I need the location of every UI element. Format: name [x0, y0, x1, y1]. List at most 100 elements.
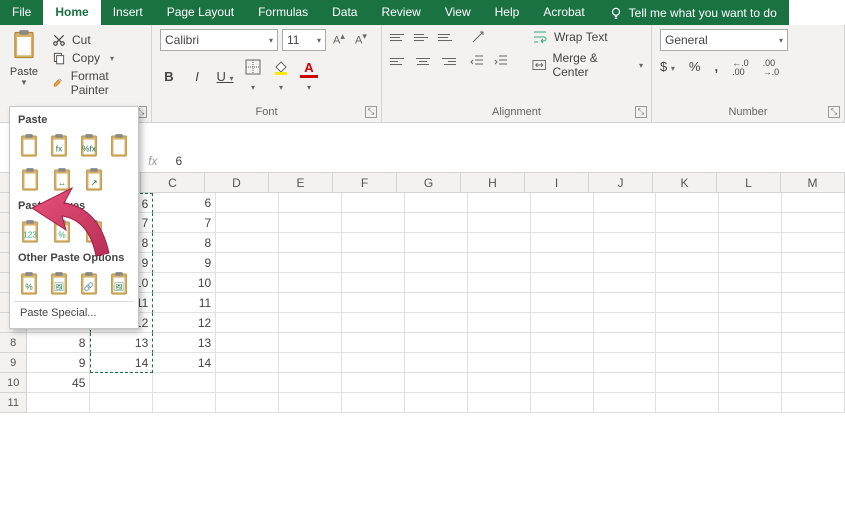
cell[interactable] — [279, 233, 342, 253]
cell[interactable] — [405, 373, 468, 393]
cell[interactable]: 8 — [27, 333, 90, 353]
cell[interactable] — [719, 213, 782, 233]
row-header[interactable]: 10 — [0, 373, 27, 393]
cell[interactable] — [468, 353, 531, 373]
align-left-icon[interactable] — [390, 53, 408, 69]
paste-option-icon[interactable]: 🖼 — [46, 269, 72, 299]
cell[interactable] — [782, 373, 845, 393]
tab-help[interactable]: Help — [483, 0, 532, 25]
bold-button[interactable]: B — [160, 69, 178, 84]
cell[interactable] — [719, 253, 782, 273]
paste-option-icon[interactable]: 🖼 — [106, 269, 132, 299]
align-center-icon[interactable] — [414, 53, 432, 69]
cell[interactable]: 12 — [153, 313, 216, 333]
cell[interactable] — [594, 313, 657, 333]
cell[interactable] — [216, 273, 279, 293]
cell[interactable] — [719, 353, 782, 373]
cell[interactable] — [782, 333, 845, 353]
cell[interactable] — [468, 253, 531, 273]
cell[interactable] — [468, 193, 531, 213]
cell[interactable] — [216, 233, 279, 253]
cell[interactable]: 13 — [90, 333, 153, 353]
cell[interactable] — [782, 293, 845, 313]
cell[interactable] — [216, 193, 279, 213]
cell[interactable]: 14 — [90, 353, 153, 373]
cell[interactable] — [216, 253, 279, 273]
cell[interactable] — [405, 313, 468, 333]
tab-home[interactable]: Home — [43, 0, 100, 25]
tab-insert[interactable]: Insert — [101, 0, 155, 25]
cell[interactable] — [342, 233, 405, 253]
decrease-font-icon[interactable]: A▾ — [352, 31, 370, 49]
cell[interactable] — [279, 293, 342, 313]
cell[interactable] — [405, 233, 468, 253]
cell[interactable] — [405, 353, 468, 373]
cell[interactable] — [719, 313, 782, 333]
formula-input[interactable]: 6 — [167, 154, 182, 168]
cell[interactable] — [342, 273, 405, 293]
copy-button[interactable]: Copy▾ — [52, 51, 143, 65]
col-header[interactable]: K — [653, 173, 717, 192]
paste-option-icon[interactable] — [106, 131, 132, 161]
cell[interactable]: 11 — [153, 293, 216, 313]
cell[interactable] — [782, 353, 845, 373]
cell[interactable] — [531, 353, 594, 373]
cell[interactable] — [719, 373, 782, 393]
wrap-text-button[interactable]: Wrap Text — [532, 29, 643, 45]
paste-option-icon[interactable]: 123 — [16, 217, 44, 247]
cell[interactable] — [468, 333, 531, 353]
cell[interactable] — [279, 393, 342, 413]
cell[interactable]: 45 — [27, 373, 90, 393]
cell[interactable] — [719, 233, 782, 253]
col-header[interactable]: L — [717, 173, 781, 192]
cell[interactable] — [594, 253, 657, 273]
cell[interactable] — [719, 333, 782, 353]
cell[interactable] — [782, 233, 845, 253]
col-header[interactable]: J — [589, 173, 653, 192]
cell[interactable] — [468, 393, 531, 413]
paste-option-icon[interactable] — [16, 131, 42, 161]
paste-option-icon[interactable] — [16, 165, 44, 195]
paste-option-icon[interactable]: %fx — [76, 131, 102, 161]
cell[interactable] — [656, 393, 719, 413]
col-header[interactable]: G — [397, 173, 461, 192]
cell[interactable] — [153, 373, 216, 393]
cell[interactable] — [594, 373, 657, 393]
cell[interactable]: 8 — [153, 233, 216, 253]
align-top-icon[interactable] — [390, 29, 408, 45]
cell[interactable] — [279, 373, 342, 393]
cell[interactable] — [531, 333, 594, 353]
cell[interactable] — [531, 213, 594, 233]
cell[interactable] — [342, 353, 405, 373]
cell[interactable] — [405, 393, 468, 413]
paste-option-icon[interactable]: ↗ — [80, 165, 108, 195]
cell[interactable] — [216, 373, 279, 393]
cell[interactable] — [405, 273, 468, 293]
currency-button[interactable]: $ ▾ — [660, 59, 675, 77]
col-header[interactable]: F — [333, 173, 397, 192]
cell[interactable] — [468, 313, 531, 333]
dialog-launcher-icon[interactable]: ⤡ — [365, 106, 377, 118]
cell[interactable] — [531, 313, 594, 333]
cell[interactable] — [468, 213, 531, 233]
italic-button[interactable]: I — [188, 69, 206, 84]
col-header[interactable]: I — [525, 173, 589, 192]
cell[interactable] — [782, 393, 845, 413]
cell[interactable] — [782, 253, 845, 273]
paste-option-icon[interactable]: % — [48, 217, 76, 247]
paste-option-icon[interactable] — [80, 217, 108, 247]
cell[interactable] — [342, 313, 405, 333]
cell[interactable] — [782, 193, 845, 213]
cell[interactable] — [90, 393, 153, 413]
cell[interactable] — [656, 373, 719, 393]
cell[interactable] — [342, 253, 405, 273]
cell[interactable] — [594, 233, 657, 253]
cell[interactable] — [656, 233, 719, 253]
cell[interactable] — [531, 193, 594, 213]
tell-me[interactable]: Tell me what you want to do — [597, 0, 789, 25]
cell[interactable] — [594, 293, 657, 313]
tab-acrobat[interactable]: Acrobat — [531, 0, 596, 25]
cell[interactable] — [468, 373, 531, 393]
col-header[interactable]: D — [205, 173, 269, 192]
paste-option-icon[interactable]: % — [16, 269, 42, 299]
